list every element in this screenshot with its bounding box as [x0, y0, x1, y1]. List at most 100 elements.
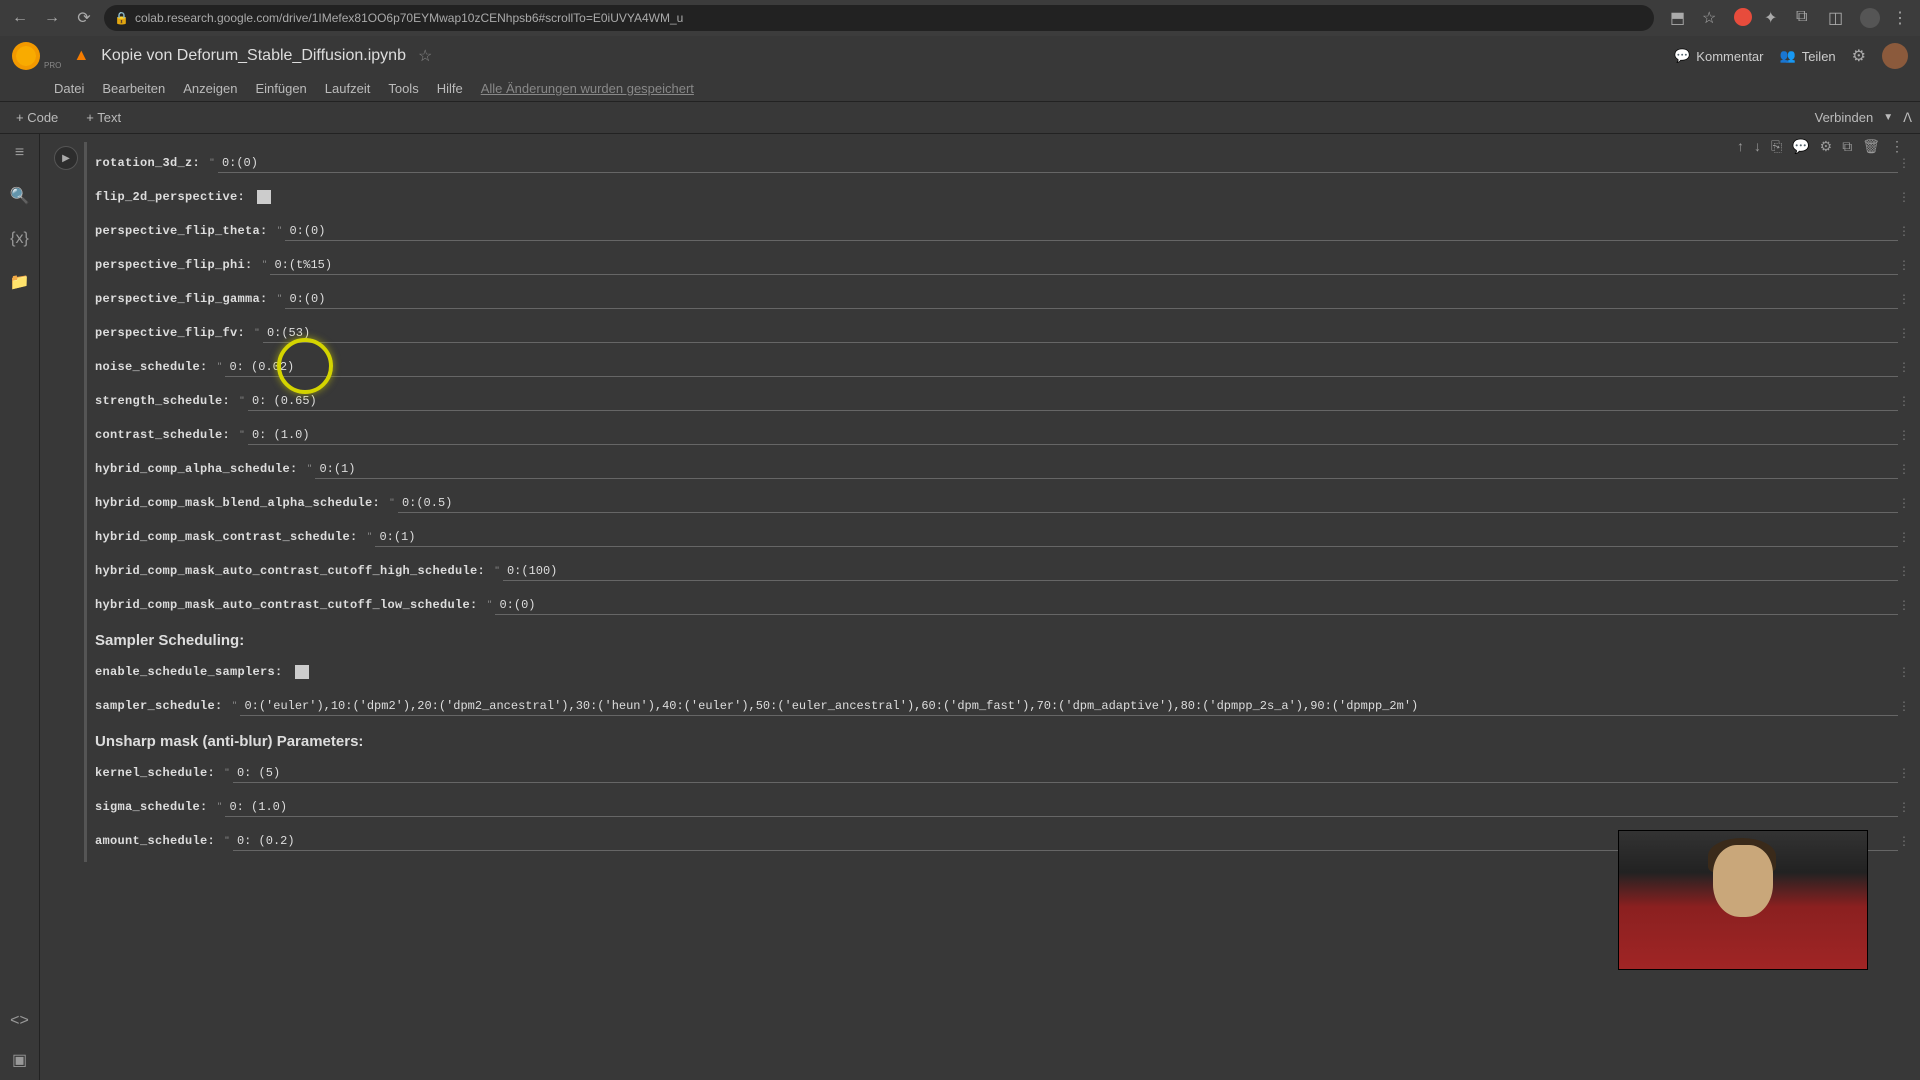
- row-menu-icon[interactable]: ⋮: [1898, 834, 1910, 848]
- hybrid-comp-mask-auto-contrast-cutoff-low-schedule-input[interactable]: [495, 596, 1898, 615]
- pro-badge: PRO: [44, 61, 61, 70]
- colab-logo-icon[interactable]: [12, 42, 40, 70]
- row-menu-icon[interactable]: ⋮: [1898, 224, 1910, 238]
- save-status[interactable]: Alle Änderungen wurden gespeichert: [481, 81, 694, 96]
- search-icon[interactable]: 🔍: [10, 186, 30, 206]
- hybrid-comp-mask-auto-contrast-cutoff-high-schedule-input[interactable]: [503, 562, 1898, 581]
- menu-bearbeiten[interactable]: Bearbeiten: [102, 81, 165, 96]
- webcam-overlay: [1618, 830, 1868, 970]
- perspective-flip-theta-input[interactable]: [285, 222, 1898, 241]
- user-avatar[interactable]: [1882, 43, 1908, 69]
- row-menu-icon[interactable]: ⋮: [1898, 800, 1910, 814]
- menu-tools[interactable]: Tools: [388, 81, 418, 96]
- url-text: colab.research.google.com/drive/1IMefex8…: [135, 11, 683, 25]
- perspective-flip-phi-label: perspective_flip_phi:: [95, 258, 253, 272]
- settings-gear-icon[interactable]: ⚙: [1852, 46, 1866, 66]
- share-icon: 👥: [1780, 48, 1796, 64]
- connect-button[interactable]: Verbinden: [1815, 110, 1874, 125]
- files-icon[interactable]: 📁: [10, 272, 30, 292]
- hybrid-comp-mask-contrast-schedule-input[interactable]: [375, 528, 1898, 547]
- row-menu-icon[interactable]: ⋮: [1898, 766, 1910, 780]
- hybrid-comp-alpha-schedule-label: hybrid_comp_alpha_schedule:: [95, 462, 298, 476]
- row-menu-icon[interactable]: ⋮: [1898, 394, 1910, 408]
- menu-einfuegen[interactable]: Einfügen: [255, 81, 306, 96]
- comment-icon: 💬: [1674, 48, 1690, 64]
- noise-schedule-input[interactable]: [225, 358, 1898, 377]
- strength-schedule-label: strength_schedule:: [95, 394, 230, 408]
- comment-button[interactable]: 💬 Kommentar: [1674, 48, 1763, 64]
- perspective-flip-phi-input[interactable]: [270, 256, 1898, 275]
- hybrid-comp-mask-auto-contrast-cutoff-high-schedule-label: hybrid_comp_mask_auto_contrast_cutoff_hi…: [95, 564, 485, 578]
- row-menu-icon[interactable]: ⋮: [1898, 496, 1910, 510]
- row-menu-icon[interactable]: ⋮: [1898, 462, 1910, 476]
- share-button[interactable]: 👥 Teilen: [1780, 48, 1836, 64]
- amount-schedule-label: amount_schedule:: [95, 834, 215, 848]
- terminal-icon[interactable]: ▣: [12, 1050, 27, 1070]
- menu-hilfe[interactable]: Hilfe: [437, 81, 463, 96]
- add-text-button[interactable]: + Text: [78, 106, 129, 129]
- bookmark2-icon[interactable]: ⧉: [1796, 8, 1816, 28]
- hybrid-comp-mask-contrast-schedule-label: hybrid_comp_mask_contrast_schedule:: [95, 530, 358, 544]
- row-menu-icon[interactable]: ⋮: [1898, 360, 1910, 374]
- contrast-schedule-input[interactable]: [248, 426, 1898, 445]
- menu-datei[interactable]: Datei: [54, 81, 84, 96]
- enable-schedule-samplers-checkbox[interactable]: [295, 665, 309, 679]
- hybrid-comp-mask-auto-contrast-cutoff-low-schedule-label: hybrid_comp_mask_auto_contrast_cutoff_lo…: [95, 598, 478, 612]
- row-menu-icon[interactable]: ⋮: [1898, 190, 1910, 204]
- menu-bar: Datei Bearbeiten Anzeigen Einfügen Laufz…: [0, 76, 1920, 102]
- strength-schedule-input[interactable]: [248, 392, 1898, 411]
- row-menu-icon[interactable]: ⋮: [1898, 258, 1910, 272]
- row-menu-icon[interactable]: ⋮: [1898, 326, 1910, 340]
- flip-2d-perspective-checkbox[interactable]: [257, 190, 271, 204]
- browser-bar: ← → ⟳ 🔒 colab.research.google.com/drive/…: [0, 0, 1920, 36]
- drive-file-icon: ▲: [73, 47, 89, 65]
- kernel-schedule-input[interactable]: [233, 764, 1898, 783]
- run-cell-button[interactable]: ▶: [54, 146, 78, 170]
- row-menu-icon[interactable]: ⋮: [1898, 530, 1910, 544]
- variables-icon[interactable]: {x}: [10, 230, 29, 248]
- extension-icon[interactable]: [1734, 8, 1752, 26]
- install-icon[interactable]: ⬒: [1670, 8, 1690, 28]
- noise-schedule-label: noise_schedule:: [95, 360, 208, 374]
- profile-avatar[interactable]: [1860, 8, 1880, 28]
- perspective-flip-fv-label: perspective_flip_fv:: [95, 326, 245, 340]
- colab-header: PRO ▲ Kopie von Deforum_Stable_Diffusion…: [0, 36, 1920, 76]
- notebook-content[interactable]: ↑ ↓ ⎘ 💬 ⚙ ⧉ 🗑 ⋮ ▶ rotation_3d_z: " ⋮: [40, 134, 1920, 1080]
- connect-dropdown-icon[interactable]: ▼: [1883, 112, 1893, 123]
- row-menu-icon[interactable]: ⋮: [1898, 156, 1910, 170]
- row-menu-icon[interactable]: ⋮: [1898, 699, 1910, 713]
- row-menu-icon[interactable]: ⋮: [1898, 598, 1910, 612]
- row-menu-icon[interactable]: ⋮: [1898, 428, 1910, 442]
- url-bar[interactable]: 🔒 colab.research.google.com/drive/1IMefe…: [104, 5, 1654, 31]
- toc-icon[interactable]: ≡: [15, 144, 24, 162]
- lock-icon: 🔒: [114, 11, 129, 25]
- forward-button[interactable]: →: [40, 6, 64, 30]
- rotation-3d-z-input[interactable]: [218, 154, 1898, 173]
- menu-anzeigen[interactable]: Anzeigen: [183, 81, 237, 96]
- add-code-button[interactable]: + Code: [8, 106, 66, 129]
- row-menu-icon[interactable]: ⋮: [1898, 564, 1910, 578]
- bookmark-icon[interactable]: ☆: [1702, 8, 1722, 28]
- collapse-icon[interactable]: ᐱ: [1903, 110, 1912, 126]
- sampler-schedule-input[interactable]: [240, 697, 1898, 716]
- star-icon[interactable]: ☆: [418, 46, 432, 66]
- back-button[interactable]: ←: [8, 6, 32, 30]
- unsharp-title: Unsharp mask (anti-blur) Parameters:: [95, 733, 1912, 750]
- extensions-icon[interactable]: ✦: [1764, 8, 1784, 28]
- code-snippets-icon[interactable]: <>: [10, 1012, 29, 1030]
- sigma-schedule-label: sigma_schedule:: [95, 800, 208, 814]
- perspective-flip-theta-label: perspective_flip_theta:: [95, 224, 268, 238]
- menu-icon[interactable]: ⋮: [1892, 8, 1912, 28]
- row-menu-icon[interactable]: ⋮: [1898, 665, 1910, 679]
- row-menu-icon[interactable]: ⋮: [1898, 292, 1910, 306]
- notebook-title[interactable]: Kopie von Deforum_Stable_Diffusion.ipynb: [101, 47, 406, 65]
- panel-icon[interactable]: ◫: [1828, 8, 1848, 28]
- reload-button[interactable]: ⟳: [72, 6, 96, 30]
- sigma-schedule-input[interactable]: [225, 798, 1898, 817]
- enable-schedule-samplers-label: enable_schedule_samplers:: [95, 665, 283, 679]
- perspective-flip-gamma-input[interactable]: [285, 290, 1898, 309]
- hybrid-comp-alpha-schedule-input[interactable]: [315, 460, 1898, 479]
- perspective-flip-fv-input[interactable]: [263, 324, 1898, 343]
- hybrid-comp-mask-blend-alpha-schedule-input[interactable]: [398, 494, 1898, 513]
- menu-laufzeit[interactable]: Laufzeit: [325, 81, 371, 96]
